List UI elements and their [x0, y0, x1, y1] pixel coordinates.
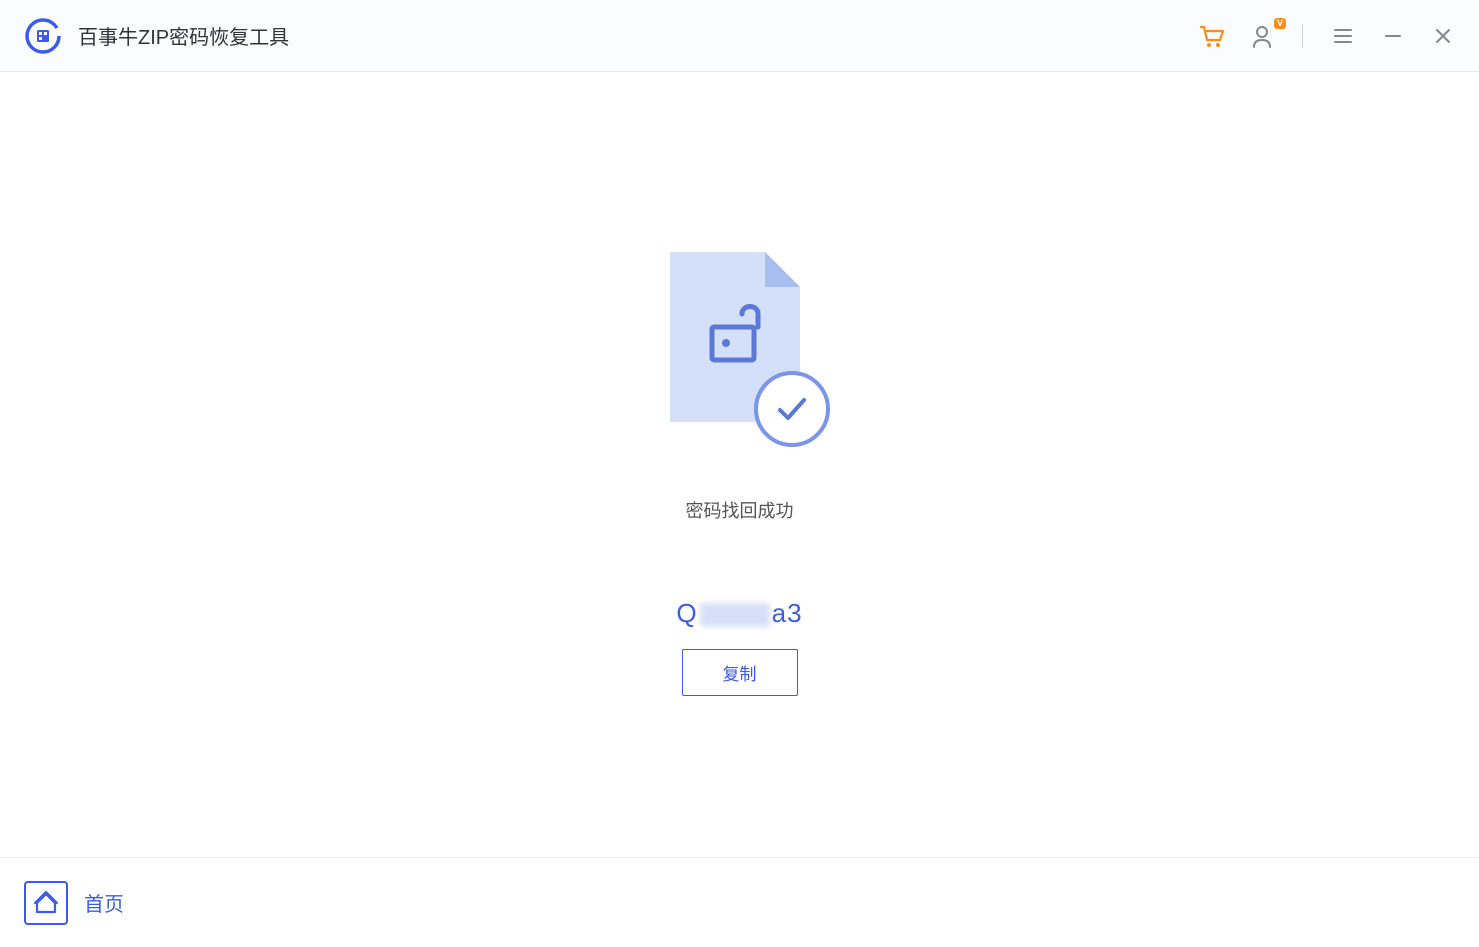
header-left: 百事牛ZIP密码恢复工具: [24, 17, 289, 55]
password-prefix: Q: [676, 598, 697, 628]
close-icon: [1433, 26, 1453, 46]
password-result: Qa3: [676, 598, 802, 629]
user-icon: [1249, 23, 1275, 49]
password-blurred-section: [700, 603, 770, 627]
header-divider: [1302, 24, 1303, 48]
home-icon: [33, 890, 59, 916]
cart-icon: [1198, 22, 1226, 50]
cart-button[interactable]: [1196, 20, 1228, 52]
header-right: V: [1196, 20, 1459, 52]
minimize-button[interactable]: [1377, 20, 1409, 52]
checkmark-circle-icon: [754, 371, 830, 447]
home-button[interactable]: 首页: [24, 881, 124, 925]
close-button[interactable]: [1427, 20, 1459, 52]
app-footer: 首页: [0, 857, 1479, 947]
success-illustration: [650, 252, 830, 442]
vip-badge-icon: V: [1274, 18, 1286, 29]
password-suffix: a3: [772, 598, 803, 628]
status-text: 密码找回成功: [686, 497, 794, 523]
app-logo-icon: [24, 17, 62, 55]
menu-button[interactable]: [1327, 20, 1359, 52]
app-title: 百事牛ZIP密码恢复工具: [78, 21, 289, 50]
hamburger-menu-icon: [1332, 25, 1354, 47]
copy-button[interactable]: 复制: [682, 649, 798, 696]
home-label: 首页: [84, 888, 124, 917]
home-icon-box: [24, 881, 68, 925]
app-header: 百事牛ZIP密码恢复工具 V: [0, 0, 1479, 72]
user-account-button[interactable]: V: [1246, 20, 1278, 52]
main-content: 密码找回成功 Qa3 复制: [0, 72, 1479, 857]
minimize-icon: [1383, 26, 1403, 46]
